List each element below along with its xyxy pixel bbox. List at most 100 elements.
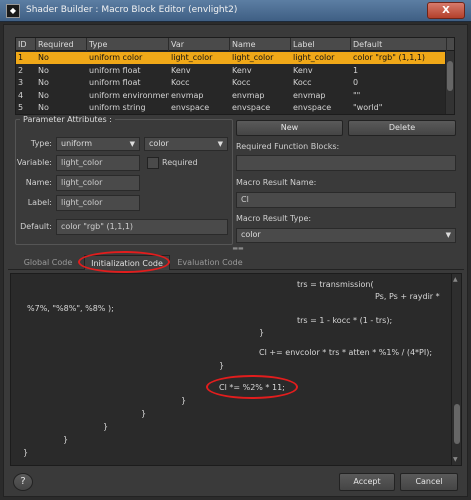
column-header-label[interactable]: Label [291,38,351,51]
table-cell-label: Kenv [293,65,313,75]
macro-result-type-select[interactable]: color ▼ [236,228,456,243]
code-line: } [181,396,187,405]
annotation-circle-code [206,375,298,399]
splitter-handle[interactable]: ▬▬ [229,246,247,252]
table-cell-name: light_color [232,53,274,62]
table-cell-required: No [38,78,49,87]
code-scroll-thumb[interactable] [454,404,460,444]
dialog-body: ID Required Type Var Name Label Default … [3,24,468,497]
table-cell-id: 2 [18,65,24,75]
code-editor[interactable]: trs = transmission( Ps, Ps + raydir * %7… [10,273,462,466]
table-cell-type: uniform float [89,65,141,75]
default-field[interactable]: color "rgb" (1,1,1) [56,219,228,235]
table-cell-default: 0 [353,78,359,87]
table-cell-type: uniform string [89,103,146,112]
type-kind-select-value: color [149,139,169,148]
table-cell-type: uniform float [89,78,141,87]
type-label: Type: [30,139,52,148]
table-cell-var: envmap [171,90,204,100]
parameter-attributes-title: Parameter Attributes : [20,115,115,124]
code-line: } [259,328,265,337]
tab-global-code[interactable]: Global Code [16,255,80,270]
table-row[interactable]: 2 No uniform float Kenv Kenv Kenv 1 [16,65,454,77]
variable-label: Variable: [16,158,52,167]
code-line: } [63,435,69,444]
table-cell-var: light_color [171,53,213,62]
cancel-button[interactable]: Cancel [400,473,458,491]
required-checkbox-label: Required [162,158,198,167]
table-scroll-thumb[interactable] [447,61,453,91]
name-field[interactable]: light_color [56,175,140,191]
table-row[interactable]: 4 No uniform environment envmap envmap envmap… [16,90,454,102]
table-cell-name: envmap [232,90,265,100]
table-header: ID Required Type Var Name Label Default [16,38,454,51]
delete-button[interactable]: Delete [348,120,456,136]
table-row[interactable]: 5 No uniform string envspace envspace envspac… [16,102,454,114]
column-header-id[interactable]: ID [16,38,36,51]
tab-evaluation-code[interactable]: Evaluation Code [174,255,246,270]
code-tabs: Global Code Initialization Code Evaluati… [8,255,464,270]
required-function-blocks-label: Required Function Blocks: [236,142,340,151]
table-cell-id: 3 [18,78,24,87]
accept-button[interactable]: Accept [339,473,395,491]
new-button[interactable]: New [236,120,343,136]
table-cell-default: "world" [353,103,383,112]
code-line: } [23,448,29,457]
code-line: trs = transmission( [297,280,374,289]
help-button[interactable]: ? [13,473,33,491]
column-header-var[interactable]: Var [169,38,230,51]
app-icon: ◆ [6,4,20,18]
code-line: Cl += envcolor * trs * atten * %1% / (4*… [259,348,433,357]
table-cell-required: No [38,103,49,112]
name-label: Name: [25,178,52,187]
table-cell-label: envmap [293,90,326,100]
table-cell-name: Kenv [232,65,252,75]
window-title: Shader Builder : Macro Block Editor (env… [26,5,238,15]
type-select-value: uniform [61,139,93,148]
table-cell-id: 5 [18,103,24,112]
chevron-down-icon: ▼ [445,231,451,239]
table-cell-id: 4 [18,90,24,100]
column-header-type[interactable]: Type [87,38,169,51]
code-line: Ps, Ps + raydir * [375,292,440,301]
annotation-circle-tab [78,251,170,273]
parameter-table: ID Required Type Var Name Label Default … [15,37,455,115]
macro-result-name-label: Macro Result Name: [236,178,317,187]
table-cell-required: No [38,65,49,75]
table-cell-var: Kocc [171,78,190,87]
table-cell-type: uniform environment [89,90,169,100]
type-select[interactable]: uniform ▼ [56,137,140,151]
type-kind-select[interactable]: color ▼ [144,137,228,151]
label-label: Label: [27,198,52,207]
scroll-down-icon[interactable]: ▼ [453,456,458,463]
column-header-required[interactable]: Required [36,38,87,51]
table-cell-label: light_color [293,53,335,62]
column-header-name[interactable]: Name [230,38,291,51]
variable-field[interactable]: light_color [56,155,140,171]
default-label: Default: [20,222,52,231]
code-line: } [103,422,109,431]
code-scrollbar[interactable]: ▲ ▼ [451,274,461,465]
table-cell-var: Kenv [171,65,191,75]
code-line: } [141,409,147,418]
column-header-default[interactable]: Default [351,38,447,51]
table-cell-default: 1 [353,65,359,75]
macro-result-name-field[interactable]: Cl [236,192,456,208]
close-button[interactable]: X [427,2,465,19]
macro-result-type-value: color [241,230,261,239]
table-row[interactable]: 3 No uniform float Kocc Kocc Kocc 0 [16,77,454,89]
table-row[interactable]: 1 No uniform color light_color light_color li… [16,52,454,64]
table-cell-default: color "rgb" (1,1,1) [353,53,426,62]
table-cell-default: "" [353,90,361,100]
table-scrollbar[interactable] [445,51,454,114]
title-bar: ◆ Shader Builder : Macro Block Editor (e… [0,0,471,22]
table-cell-type: uniform color [89,53,143,62]
label-field[interactable]: light_color [56,195,140,211]
code-line: } [219,361,225,370]
required-function-blocks-field[interactable] [236,155,456,171]
table-cell-id: 1 [18,53,24,62]
required-checkbox[interactable] [147,157,159,169]
chevron-down-icon: ▼ [129,140,135,148]
table-cell-label: Kocc [293,78,312,87]
scroll-up-icon[interactable]: ▲ [453,276,458,283]
